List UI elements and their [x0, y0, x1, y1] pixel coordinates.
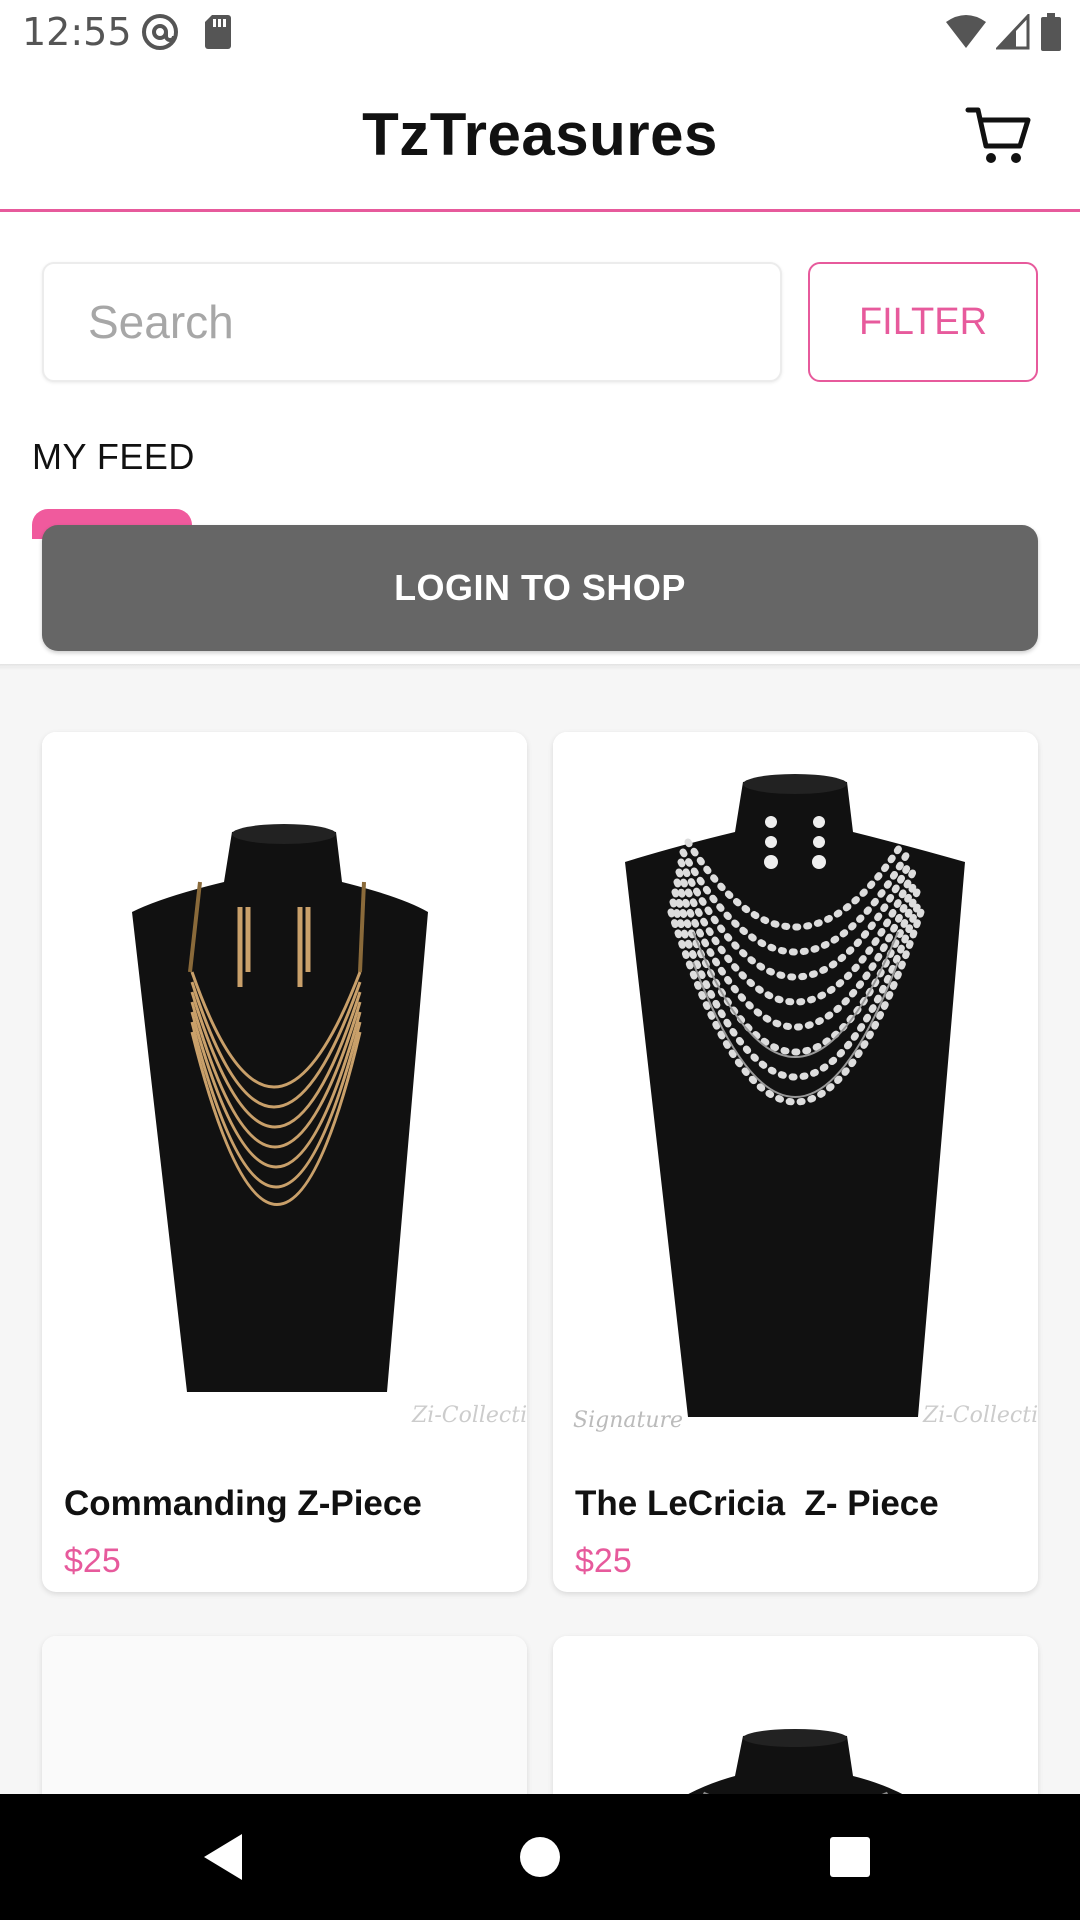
- product-image-gold-necklace: Zi-Collection: [42, 732, 527, 1472]
- filter-button[interactable]: FILTER: [808, 262, 1038, 382]
- back-icon[interactable]: [190, 1822, 260, 1892]
- divider: [0, 664, 1080, 670]
- product-image-pearl-necklace: Signature Zi-Collection: [553, 732, 1038, 1472]
- app-header: TzTreasures: [0, 64, 1080, 212]
- recents-icon[interactable]: [815, 1822, 885, 1892]
- home-icon[interactable]: [505, 1822, 575, 1892]
- svg-text:Zi-Collection: Zi-Collection: [411, 1403, 527, 1428]
- search-input[interactable]: [42, 262, 782, 382]
- app-title: TzTreasures: [362, 101, 718, 168]
- at-sign-icon: [142, 14, 178, 50]
- login-to-shop-button[interactable]: LOGIN TO SHOP: [42, 525, 1038, 651]
- status-time: 12:55: [22, 10, 132, 54]
- navigation-bar: [0, 1794, 1080, 1920]
- product-price: $25: [64, 1542, 121, 1580]
- controls-panel: FILTER MY FEED LOGIN TO SHOP: [0, 212, 1080, 667]
- product-name: The LeCricia Z- Piece: [575, 1484, 939, 1523]
- sd-card-icon: [205, 15, 231, 49]
- cart-icon[interactable]: [964, 100, 1034, 170]
- status-bar: 12:55: [0, 0, 1080, 64]
- svg-text:Zi-Collection: Zi-Collection: [922, 1403, 1038, 1428]
- svg-text:Signature: Signature: [573, 1408, 683, 1433]
- signal-icon: [996, 14, 1030, 50]
- product-card[interactable]: Signature Zi-Collection The LeCricia Z- …: [553, 732, 1038, 1592]
- status-icons: [946, 12, 1062, 52]
- product-card[interactable]: Zi-Collection Commanding Z-Piece $25: [42, 732, 527, 1592]
- product-name: Commanding Z-Piece: [64, 1484, 422, 1523]
- battery-icon: [1041, 13, 1061, 51]
- wifi-icon: [946, 15, 986, 48]
- product-price: $25: [575, 1542, 632, 1580]
- tab-my-feed[interactable]: MY FEED: [32, 436, 195, 478]
